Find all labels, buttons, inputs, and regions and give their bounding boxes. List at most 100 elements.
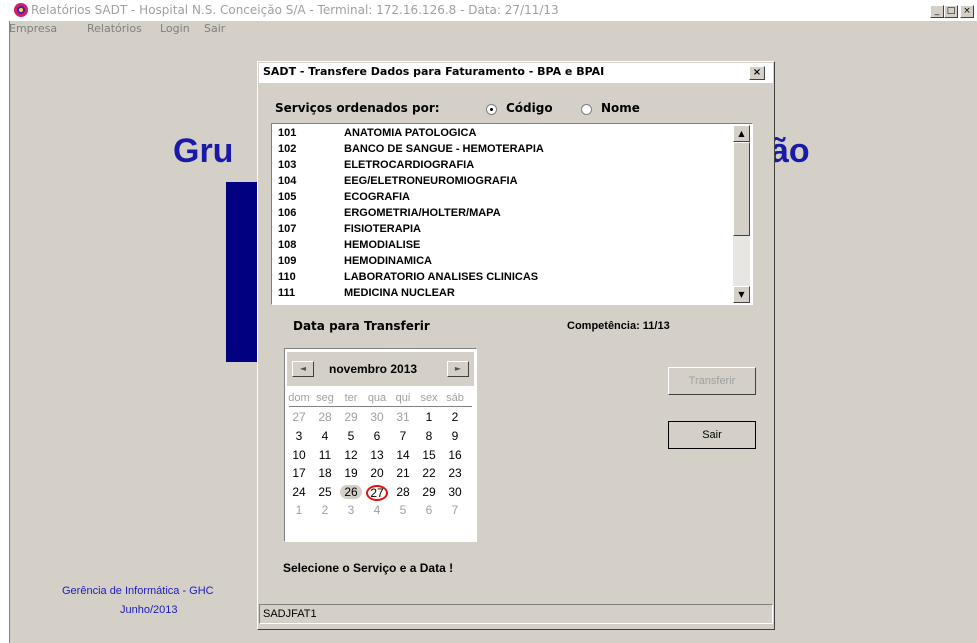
calendar-day[interactable]: 27	[288, 410, 310, 424]
sort-by-name-label[interactable]: Nome	[601, 101, 640, 115]
dialog-close-button[interactable]: ×	[749, 66, 765, 80]
status-bar	[259, 604, 773, 624]
calendar-day[interactable]: 27	[366, 485, 388, 501]
list-item[interactable]: 106 ERGOMETRIA/HOLTER/MAPA	[278, 207, 501, 219]
sort-by-code-radio[interactable]	[486, 104, 497, 115]
service-code: 109	[278, 255, 297, 267]
calendar-day[interactable]: 18	[314, 466, 336, 480]
app-icon	[13, 2, 29, 18]
weekday-label: sex	[420, 392, 438, 404]
footer-date: Junho/2013	[120, 604, 178, 616]
list-item[interactable]: 109 HEMODINAMICA	[278, 255, 432, 267]
competencia-label: Competência: 11/13	[567, 320, 670, 332]
calendar-day[interactable]: 4	[366, 503, 388, 517]
calendar-day[interactable]: 14	[392, 448, 414, 462]
list-item[interactable]: 111 MEDICINA NUCLEAR	[278, 287, 455, 299]
calendar-day[interactable]: 2	[444, 410, 466, 424]
exit-button[interactable]: Sair	[668, 421, 756, 449]
service-name: MEDICINA NUCLEAR	[344, 287, 455, 299]
date-label: Data para Transferir	[293, 319, 430, 333]
calendar-day[interactable]: 28	[314, 410, 336, 424]
calendar-day[interactable]: 1	[418, 410, 440, 424]
calendar-day[interactable]: 12	[340, 448, 362, 462]
sort-label: Serviços ordenados por:	[275, 101, 440, 115]
list-item[interactable]: 103 ELETROCARDIOGRAFIA	[278, 159, 474, 171]
weekday-label: qua	[367, 392, 387, 404]
calendar-day[interactable]: 28	[392, 485, 414, 499]
calendar-day[interactable]: 19	[340, 466, 362, 480]
calendar-day[interactable]: 16	[444, 448, 466, 462]
sort-by-name-radio[interactable]	[581, 104, 592, 115]
next-month-icon[interactable]: ►	[447, 361, 469, 377]
calendar-day[interactable]: 13	[366, 448, 388, 462]
background-title-right: ão	[770, 132, 810, 170]
window-title: Relatórios SADT - Hospital N.S. Conceiçã…	[31, 3, 559, 17]
weekday-label: dom	[288, 392, 310, 404]
service-code: 105	[278, 191, 297, 203]
scroll-up-icon[interactable]: ▲	[733, 125, 750, 142]
list-item[interactable]: 110 LABORATORIO ANALISES CLINICAS	[278, 271, 538, 283]
background-title-left: Gru	[173, 132, 234, 170]
calendar-day[interactable]: 7	[392, 429, 414, 443]
menu-empresa[interactable]: Empresa	[9, 22, 57, 35]
calendar-day[interactable]: 29	[340, 410, 362, 424]
list-item[interactable]: 104 EEG/ELETRONEUROMIOGRAFIA	[278, 175, 518, 187]
calendar-day[interactable]: 23	[444, 466, 466, 480]
calendar-day[interactable]: 30	[444, 485, 466, 499]
services-list[interactable]: 101 ANATOMIA PATOLOGICA 102 BANCO DE SANGU…	[271, 123, 753, 305]
list-item[interactable]: 105 ECOGRAFIA	[278, 191, 410, 203]
service-code: 108	[278, 239, 297, 251]
list-item[interactable]: 107 FISIOTERAPIA	[278, 223, 421, 235]
menu-login[interactable]: Login	[160, 22, 190, 35]
list-item[interactable]: 101 ANATOMIA PATOLOGICA	[278, 127, 476, 139]
list-item[interactable]: 102 BANCO DE SANGUE - HEMOTERAPIA	[278, 143, 544, 155]
calendar-day[interactable]: 17	[288, 466, 310, 480]
transfer-button[interactable]: Transferir	[668, 367, 756, 395]
scrollbar-thumb[interactable]	[733, 142, 750, 236]
service-code: 101	[278, 127, 297, 139]
calendar-day[interactable]: 30	[366, 410, 388, 424]
sort-by-code-label[interactable]: Código	[506, 101, 553, 115]
calendar-day[interactable]: 22	[418, 466, 440, 480]
calendar-day[interactable]: 6	[366, 429, 388, 443]
calendar-day[interactable]: 10	[288, 448, 310, 462]
menu-sair[interactable]: Sair	[204, 22, 225, 35]
calendar-day[interactable]: 4	[314, 429, 336, 443]
calendar-day[interactable]: 5	[340, 429, 362, 443]
maximize-button[interactable]: □	[944, 5, 958, 18]
hint-text: Selecione o Serviço e a Data !	[283, 561, 454, 575]
prev-month-icon[interactable]: ◄	[292, 361, 314, 377]
calendar-day[interactable]: 1	[288, 503, 310, 517]
calendar-day[interactable]: 3	[288, 429, 310, 443]
service-name: BANCO DE SANGUE - HEMOTERAPIA	[344, 143, 544, 155]
list-item[interactable]: 108 HEMODIALISE	[278, 239, 420, 251]
calendar-day[interactable]: 24	[288, 485, 310, 499]
calendar-day[interactable]: 29	[418, 485, 440, 499]
calendar-day[interactable]: 2	[314, 503, 336, 517]
calendar-day[interactable]: 11	[314, 448, 336, 462]
weekday-label: sáb	[446, 392, 464, 404]
service-name: ELETROCARDIOGRAFIA	[344, 159, 475, 171]
service-code: 106	[278, 207, 297, 219]
calendar-day[interactable]: 25	[314, 485, 336, 499]
calendar-day[interactable]: 20	[366, 466, 388, 480]
weekday-label: seg	[316, 392, 334, 404]
calendar-day[interactable]: 5	[392, 503, 414, 517]
calendar-day[interactable]: 8	[418, 429, 440, 443]
calendar-day[interactable]: 3	[340, 503, 362, 517]
calendar-day[interactable]: 9	[444, 429, 466, 443]
calendar-day[interactable]: 7	[444, 503, 466, 517]
calendar-day[interactable]: 21	[392, 466, 414, 480]
service-name: ANATOMIA PATOLOGICA	[344, 127, 477, 139]
close-window-button[interactable]: ×	[960, 5, 974, 18]
service-name: ERGOMETRIA/HOLTER/MAPA	[344, 207, 501, 219]
status-text: SADJFAT1	[263, 608, 317, 620]
scroll-down-icon[interactable]: ▼	[733, 286, 750, 303]
service-code: 102	[278, 143, 297, 155]
calendar-day[interactable]: 31	[392, 410, 414, 424]
calendar-day[interactable]: 15	[418, 448, 440, 462]
menu-relatorios[interactable]: Relatórios	[87, 22, 142, 35]
calendar-day[interactable]: 6	[418, 503, 440, 517]
minimize-button[interactable]: _	[930, 5, 944, 18]
calendar-day[interactable]: 26	[340, 485, 362, 499]
